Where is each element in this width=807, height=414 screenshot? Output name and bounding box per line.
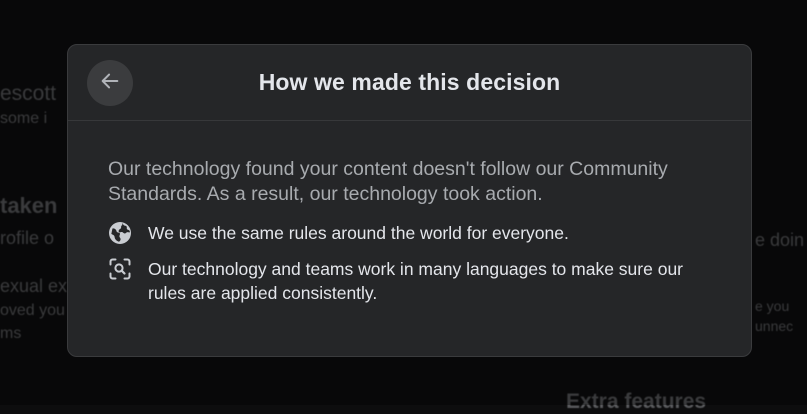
list-item-text: We use the same rules around the world f… [148,223,569,243]
decision-dialog: How we made this decision Our technology… [67,44,752,357]
arrow-left-icon [99,70,121,97]
list-item: Our technology and teams work in many la… [108,257,711,305]
decision-summary: Our technology found your content doesn'… [108,158,668,205]
list-item: We use the same rules around the world f… [108,221,711,245]
dialog-header: How we made this decision [68,45,751,121]
list-item-text: Our technology and teams work in many la… [148,259,684,303]
dialog-title: How we made this decision [258,69,561,95]
scan-search-icon [108,257,132,281]
back-button[interactable] [87,60,133,106]
globe-icon [108,221,132,245]
dialog-body: Our technology found your content doesn'… [68,121,751,305]
